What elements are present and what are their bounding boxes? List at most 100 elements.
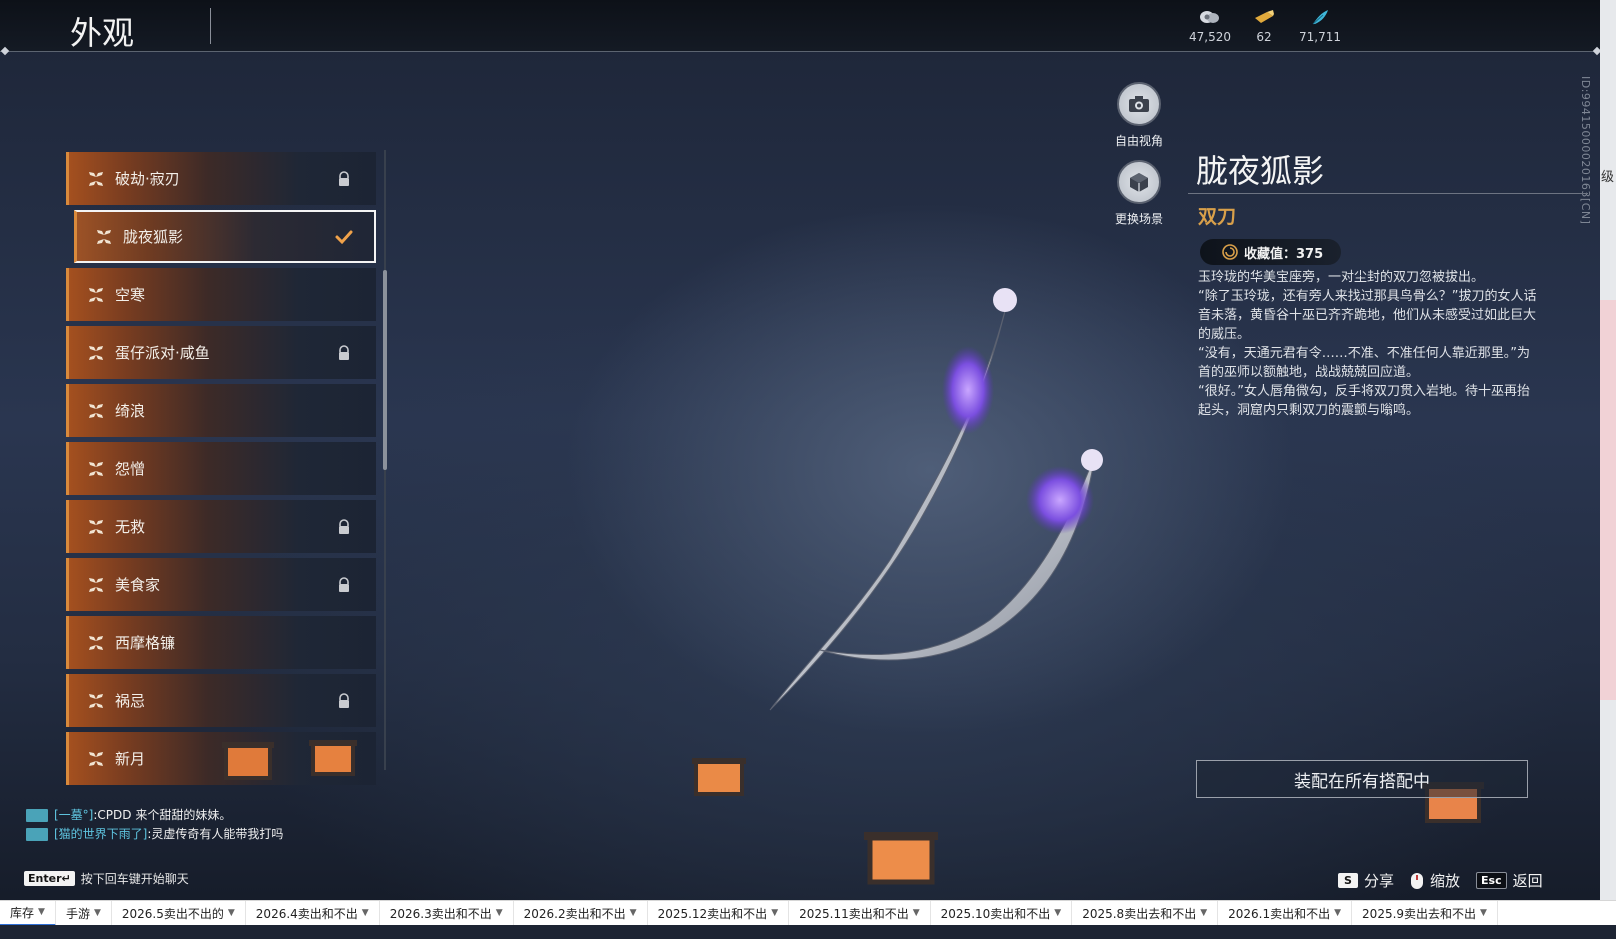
zoom-hotkey[interactable]: 缩放 — [1410, 870, 1460, 891]
sheet-tab[interactable]: 库存 ▼ — [0, 900, 56, 926]
page-title: 外观 — [70, 14, 135, 52]
sheet-tab[interactable]: 2026.4卖出和不出 ▼ — [246, 900, 380, 926]
skin-item-ximoge[interactable]: 西摩格镰 — [66, 616, 376, 669]
sheet-tab[interactable]: 2025.12卖出和不出 ▼ — [648, 900, 790, 926]
description-paragraph: “很好。”女人唇角微勾，反手将双刀贯入岩地。待十巫再抬起头，洞窟内只剩双刀的震颤… — [1198, 384, 1530, 418]
top-bar: 外观 47,520 62 71,711 — [0, 0, 1600, 52]
chevron-down-icon: ▼ — [495, 908, 503, 918]
purple-flame-one — [942, 346, 994, 434]
chat-channel-tag — [26, 828, 48, 841]
skin-description: 玉玲珑的华美宝座旁，一对尘封的双刀忽被拔出。 “除了玉玲珑，还有旁人来找过那具鸟… — [1198, 268, 1538, 420]
back-label: 返回 — [1512, 872, 1543, 890]
sheet-tab-label: 2026.3卖出和不出 — [389, 906, 492, 921]
skin-item-konghan[interactable]: 空寒 — [66, 268, 376, 321]
cross-blades-icon — [89, 287, 103, 302]
blade-one-pommel — [993, 288, 1017, 312]
lock-icon — [339, 518, 349, 534]
collection-swirl-icon — [1222, 244, 1238, 260]
chat-sender[interactable]: [猫的世界下雨了] — [54, 827, 147, 841]
chevron-down-icon: ▼ — [1334, 908, 1342, 918]
esc-key-badge: Esc — [1476, 872, 1507, 889]
hotkey-bar: S 分享 缩放 Esc 返回 — [1338, 870, 1543, 891]
skin-item-danzai[interactable]: 蛋仔派对·咸鱼 — [66, 326, 376, 379]
skin-item-pojie[interactable]: 破劫·寂刃 — [66, 152, 376, 205]
weapon-type-label: 双刀 — [1198, 206, 1237, 228]
chevron-down-icon: ▼ — [361, 908, 369, 918]
sheet-tab-label: 2025.11卖出和不出 — [799, 906, 909, 921]
background-window-label: 级 — [1601, 170, 1615, 185]
sheet-tab[interactable]: 2026.3卖出和不出 ▼ — [380, 900, 514, 926]
chat-channel-tag — [26, 809, 48, 822]
cross-blades-icon — [89, 577, 103, 592]
sheet-tab[interactable]: 2026.5卖出不出的 ▼ — [112, 900, 246, 926]
sheet-tab[interactable]: 2026.2卖出和不出 ▼ — [514, 900, 648, 926]
cross-blades-icon — [89, 693, 103, 708]
title-separator — [210, 8, 211, 44]
sheet-tab[interactable]: 2025.10卖出和不出 ▼ — [931, 900, 1073, 926]
skin-item-label: 蛋仔派对·咸鱼 — [115, 344, 210, 362]
chevron-down-icon: ▼ — [227, 908, 235, 918]
change-scene-label: 更换场景 — [1114, 212, 1163, 226]
description-paragraph: 玉玲珑的华美宝座旁，一对尘封的双刀忽被拔出。 — [1198, 270, 1485, 285]
chat-sender[interactable]: [一墓°] — [54, 808, 93, 822]
sheet-tab-label: 库存 — [10, 905, 35, 920]
equip-all-outfits-button[interactable]: 装配在所有搭配中 — [1196, 760, 1528, 798]
sheet-tab[interactable]: 2026.1卖出和不出 ▼ — [1218, 900, 1353, 926]
chevron-down-icon: ▼ — [1054, 908, 1062, 918]
lock-icon — [339, 692, 349, 708]
chevron-down-icon: ▼ — [771, 908, 779, 918]
change-scene-button[interactable]: 更换场景 — [1104, 160, 1174, 227]
currency-silver: 47,520 — [1180, 8, 1240, 44]
skin-item-qilang[interactable]: 绮浪 — [66, 384, 376, 437]
sheet-tab-label: 2025.9卖出去和不出 — [1362, 906, 1477, 921]
lock-icon — [339, 170, 349, 186]
share-label: 分享 — [1364, 872, 1395, 890]
sheet-tab-label: 2026.1卖出和不出 — [1228, 906, 1331, 921]
os-taskbar-strip — [0, 925, 1616, 939]
skin-item-yuanzeng[interactable]: 怨憎 — [66, 442, 376, 495]
blade-two-pommel — [1081, 449, 1103, 471]
sheet-tab[interactable]: 2025.11卖出和不出 ▼ — [789, 900, 931, 926]
skin-item-label: 破劫·寂刃 — [115, 170, 180, 188]
skin-item-label: 美食家 — [115, 576, 161, 594]
chat-text: :CPDD 来个甜甜的妹妹。 — [93, 808, 232, 822]
skin-title: 胧夜狐影 — [1196, 152, 1325, 190]
chat-enter-hint[interactable]: Enter↵ 按下回车键开始聊天 — [24, 870, 189, 887]
skin-item-wujiu[interactable]: 无救 — [66, 500, 376, 553]
skin-item-longye[interactable]: 胧夜狐影 — [74, 210, 376, 263]
back-hotkey[interactable]: Esc 返回 — [1476, 870, 1543, 891]
skin-list: 破劫·寂刃 胧夜狐影 空寒 蛋仔派对·咸鱼 绮浪 怨憎 无救 美食家 西摩格镰 — [66, 152, 378, 792]
dual-blades-preview[interactable] — [740, 260, 1180, 720]
free-view-label: 自由视角 — [1114, 134, 1163, 148]
free-view-button[interactable]: 自由视角 — [1104, 82, 1174, 149]
cross-blades-icon — [97, 229, 111, 244]
chat-text: :灵虚传奇有人能带我打吗 — [147, 827, 284, 841]
cross-blades-icon — [89, 345, 103, 360]
player-id-text: ID:99415000020163[CN] — [1579, 76, 1592, 225]
currency-feather: 71,711 — [1290, 8, 1350, 44]
silver-coin-icon — [1200, 11, 1219, 23]
skin-list-scrollbar[interactable] — [383, 270, 387, 470]
lantern-decor — [309, 740, 357, 776]
gold-ticket-icon — [1255, 10, 1274, 23]
description-paragraph: “没有，天通元君有令……不准、不准任何人靠近那里。”为首的巫师以额触地，战战兢兢… — [1198, 346, 1530, 380]
lock-icon — [339, 344, 349, 360]
share-hotkey[interactable]: S 分享 — [1338, 870, 1394, 891]
chevron-down-icon: ▼ — [1480, 908, 1487, 918]
sheet-tab[interactable]: 手游 ▼ — [56, 900, 112, 926]
sheet-tab[interactable]: 2025.8卖出去和不出 ▼ — [1072, 900, 1219, 926]
skin-item-huoji[interactable]: 祸忌 — [66, 674, 376, 727]
cross-blades-icon — [89, 635, 103, 650]
skin-item-label: 无救 — [115, 518, 146, 536]
cross-blades-icon — [89, 171, 103, 186]
skin-item-label: 绮浪 — [115, 402, 146, 420]
lantern-decor — [692, 758, 746, 796]
camera-icon — [1117, 82, 1161, 126]
lantern-decor — [864, 832, 938, 885]
skin-item-label: 胧夜狐影 — [123, 228, 184, 246]
sheet-tab[interactable]: 2025.9卖出去和不出 ▼ — [1352, 900, 1498, 926]
cross-blades-icon — [89, 751, 103, 766]
skin-item-meishijia[interactable]: 美食家 — [66, 558, 376, 611]
mouse-icon — [1411, 872, 1424, 889]
feather-icon — [1312, 10, 1328, 25]
